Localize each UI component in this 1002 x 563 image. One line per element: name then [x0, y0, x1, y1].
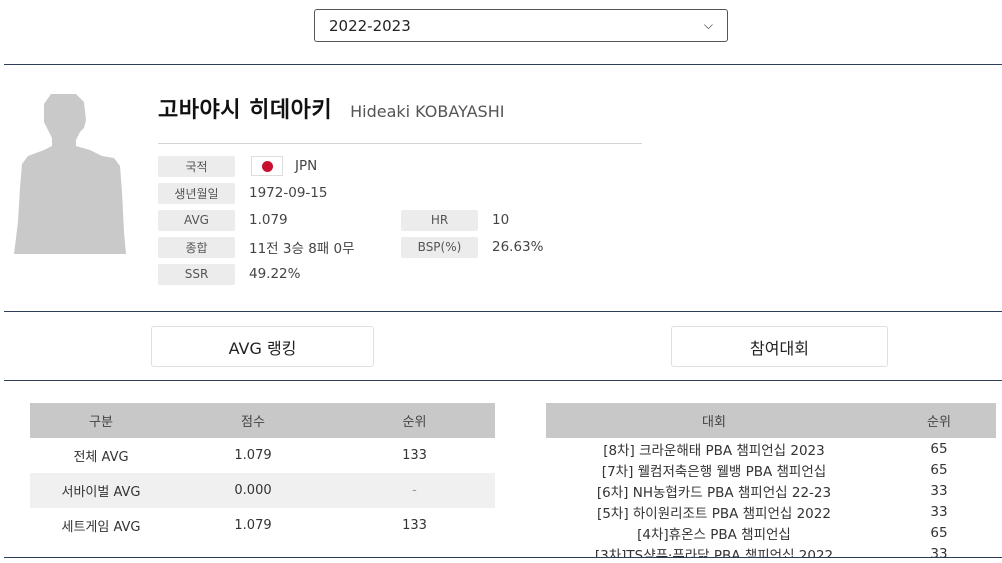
table-row[interactable]: [8차] 크라운해태 PBA 챔피언십 2023 65 — [546, 438, 996, 459]
rank-cell: 133 — [402, 518, 427, 533]
birth-label: 생년월일 — [158, 182, 235, 204]
season-select-value: 2022-2023 — [329, 16, 411, 35]
table-row[interactable]: [4차]휴온스 PBA 챔피언십 65 — [546, 522, 996, 543]
table-row: 세트게임 AVG 1.079 133 — [30, 508, 495, 543]
table-row[interactable]: [5차] 하이원리조트 PBA 챔피언십 2022 33 — [546, 501, 996, 522]
table-row: 전체 AVG 1.079 133 — [30, 438, 495, 473]
info-record: 종합 11전 3승 8패 0무 — [158, 236, 355, 258]
score-cell: 1.079 — [234, 448, 272, 463]
avg-ranking-tab[interactable]: AVG 랭킹 — [151, 326, 374, 367]
name-divider — [158, 143, 642, 144]
table-row[interactable]: [3차]TS샴푸·푸라닭 PBA 챔피언십 2022 33 — [546, 543, 996, 558]
info-nationality: 국적 JPN — [158, 155, 317, 177]
japan-flag-icon — [251, 156, 283, 176]
info-hr: HR 10 — [401, 209, 509, 231]
ssr-label: SSR — [158, 263, 235, 285]
category-cell: 서바이벌 AVG — [30, 473, 172, 508]
rank-cell: 133 — [402, 448, 427, 463]
column-header-rank: 순위 — [882, 403, 996, 438]
bsp-value: 26.63% — [492, 239, 544, 255]
player-silhouette-icon — [14, 94, 126, 254]
tournament-table: 대회 순위 [8차] 크라운해태 PBA 챔피언십 2023 65 [7차] 웰… — [546, 403, 996, 557]
birth-value: 1972-09-15 — [249, 185, 328, 201]
season-select[interactable]: 2022-2023 ⌵ — [314, 9, 728, 42]
record-label: 종합 — [158, 236, 235, 258]
tournament-cell[interactable]: [7차] 웰컴저축은행 웰뱅 PBA 챔피언십 — [546, 459, 882, 480]
rank-cell: 65 — [930, 461, 948, 478]
divider-top — [4, 64, 1002, 65]
avg-value: 1.079 — [249, 212, 288, 228]
tournament-cell[interactable]: [3차]TS샴푸·푸라닭 PBA 챔피언십 2022 — [546, 543, 882, 558]
nationality-value: JPN — [295, 158, 318, 174]
column-header-score: 점수 — [172, 403, 334, 438]
info-bsp: BSP(%) 26.63% — [401, 236, 543, 258]
score-cell: 0.000 — [172, 473, 334, 508]
player-name-english: Hideaki KOBAYASHI — [350, 102, 505, 121]
tournament-list-scroll[interactable]: 대회 순위 [8차] 크라운해태 PBA 챔피언십 2023 65 [7차] 웰… — [546, 403, 996, 557]
nationality-label: 국적 — [158, 155, 235, 177]
tournament-cell[interactable]: [8차] 크라운해태 PBA 챔피언십 2023 — [546, 438, 882, 459]
hr-label: HR — [401, 209, 478, 231]
score-cell: 1.079 — [234, 518, 272, 533]
rank-cell: 33 — [930, 545, 948, 558]
divider-bottom — [4, 557, 1002, 558]
rank-cell: 65 — [930, 440, 948, 457]
category-cell: 전체 AVG — [73, 450, 129, 465]
rank-cell: 33 — [930, 503, 948, 520]
table-row[interactable]: [6차] NH농협카드 PBA 챔피언십 22-23 33 — [546, 480, 996, 501]
category-cell: 세트게임 AVG — [61, 520, 141, 535]
player-name-korean: 고바야시 히데아키 — [158, 98, 333, 123]
rank-cell: 33 — [930, 482, 948, 499]
tournament-cell[interactable]: [6차] NH농협카드 PBA 챔피언십 22-23 — [546, 480, 882, 501]
table-row[interactable]: [7차] 웰컴저축은행 웰뱅 PBA 챔피언십 65 — [546, 459, 996, 480]
record-value: 11전 3승 8패 0무 — [249, 241, 355, 257]
rank-cell: - — [334, 473, 495, 508]
tournament-cell[interactable]: [4차]휴온스 PBA 챔피언십 — [546, 522, 882, 543]
rank-cell: 65 — [930, 524, 948, 541]
ssr-value: 49.22% — [249, 266, 301, 282]
tournaments-tab[interactable]: 참여대회 — [671, 326, 888, 367]
avg-label: AVG — [158, 209, 235, 231]
avg-ranking-table: 구분 점수 순위 전체 AVG 1.079 133 서바이벌 AVG 0.000… — [30, 403, 495, 543]
info-ssr: SSR 49.22% — [158, 263, 300, 285]
chevron-down-icon: ⌵ — [703, 18, 713, 32]
info-avg: AVG 1.079 — [158, 209, 288, 231]
divider-tabs — [4, 380, 1002, 381]
tournament-cell[interactable]: [5차] 하이원리조트 PBA 챔피언십 2022 — [546, 501, 882, 522]
hr-value: 10 — [492, 212, 510, 228]
column-header-category: 구분 — [30, 403, 172, 438]
column-header-rank: 순위 — [334, 403, 495, 438]
info-birth: 생년월일 1972-09-15 — [158, 182, 327, 204]
table-row: 서바이벌 AVG 0.000 - — [30, 473, 495, 508]
column-header-tournament: 대회 — [546, 403, 882, 438]
divider-middle — [4, 311, 1002, 312]
bsp-label: BSP(%) — [401, 236, 478, 258]
